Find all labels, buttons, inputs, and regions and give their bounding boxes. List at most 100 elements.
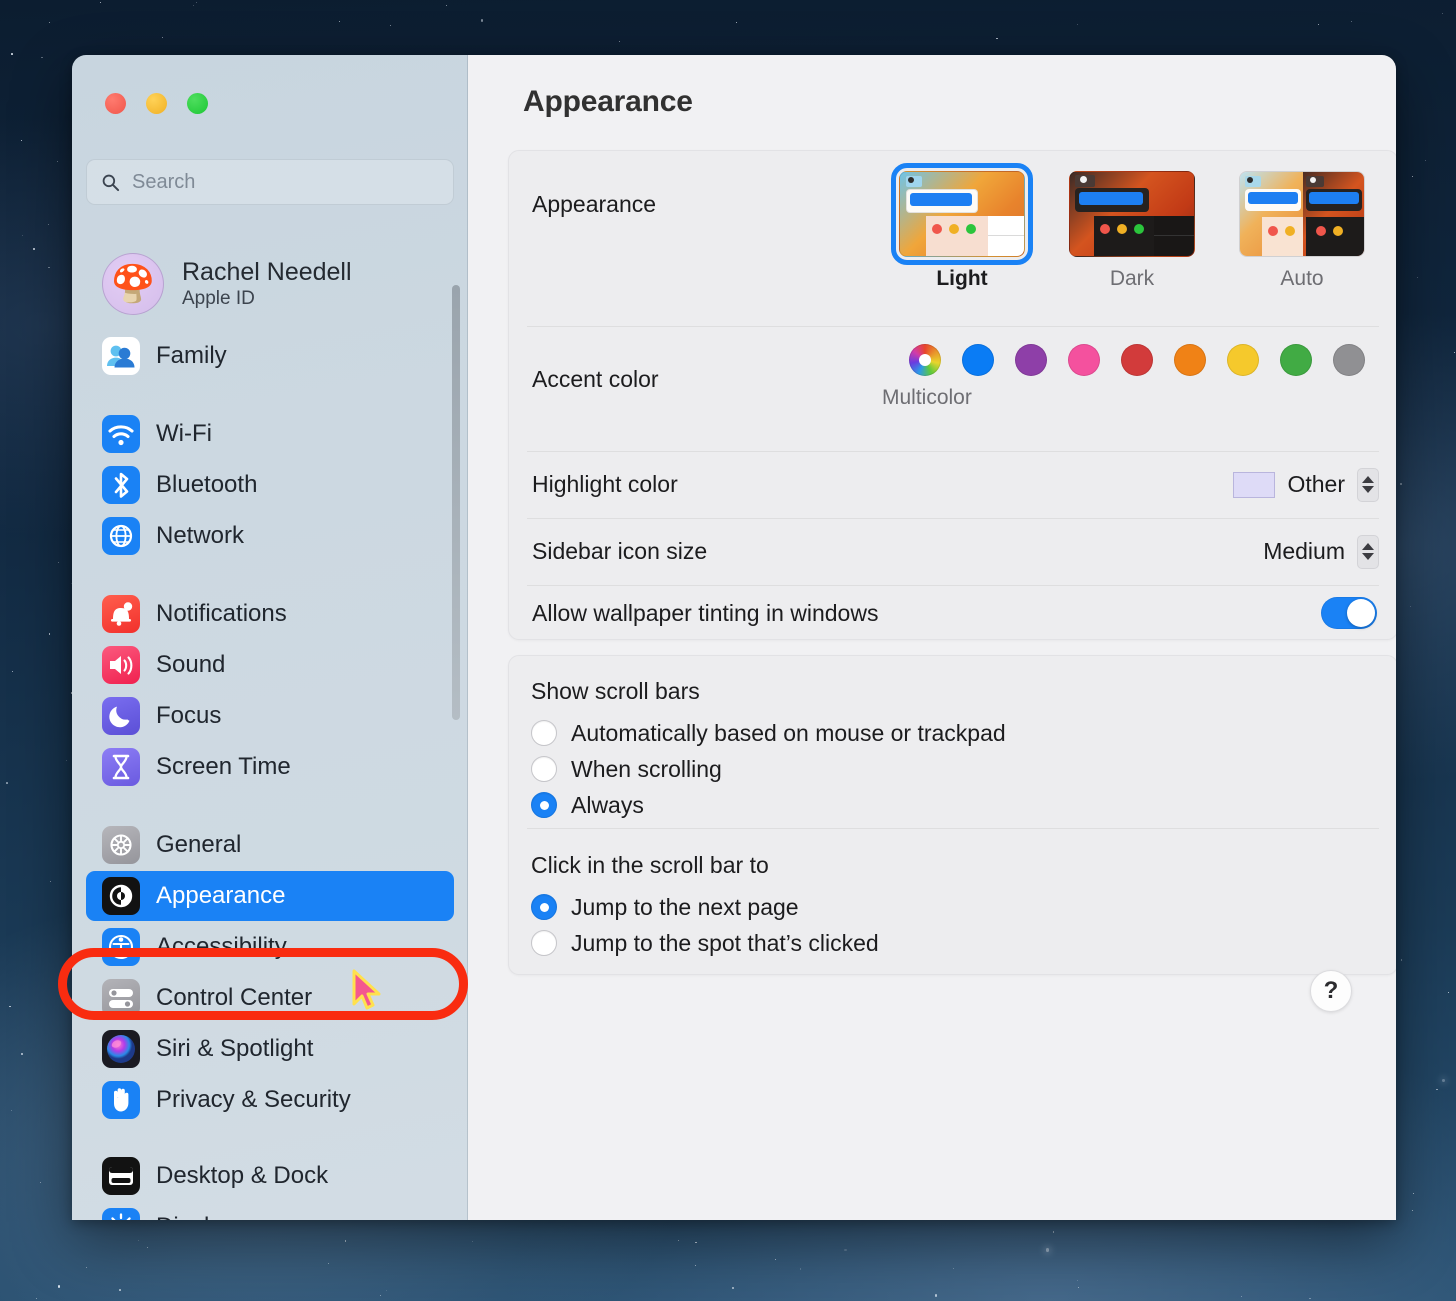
radio-option-when-scrolling[interactable]: When scrolling bbox=[531, 751, 1006, 787]
sidebar-item-bluetooth[interactable]: Bluetooth bbox=[86, 460, 454, 510]
sidebar-item-label: Control Center bbox=[156, 984, 313, 1011]
accent-color-caption: Multicolor bbox=[882, 386, 972, 409]
accent-color-swatches bbox=[909, 344, 1365, 376]
network-icon bbox=[102, 517, 140, 555]
light-mode-thumbnail[interactable] bbox=[891, 163, 1033, 265]
sidebar-icon-size-popup[interactable]: Medium bbox=[1263, 534, 1379, 569]
sidebar-item-focus[interactable]: Focus bbox=[86, 691, 454, 741]
wallpaper-tinting-toggle[interactable] bbox=[1321, 597, 1377, 629]
card-divider bbox=[527, 828, 1379, 829]
wifi-icon bbox=[102, 415, 140, 453]
sidebar-item-label: Notifications bbox=[156, 600, 287, 627]
radio-button[interactable] bbox=[531, 930, 557, 956]
chevron-down-icon bbox=[1362, 553, 1374, 560]
sidebar-item-displays[interactable]: Displays bbox=[86, 1202, 454, 1220]
bluetooth-icon bbox=[102, 466, 140, 504]
wallpaper-tinting-label: Allow wallpaper tinting in windows bbox=[532, 599, 879, 626]
sidebar-item-screen-time[interactable]: Screen Time bbox=[86, 742, 454, 792]
sidebar-item-general[interactable]: General bbox=[86, 820, 454, 870]
show-scroll-bars-heading: Show scroll bars bbox=[531, 678, 700, 704]
chevron-up-icon bbox=[1362, 543, 1374, 550]
radio-label: When scrolling bbox=[571, 755, 722, 782]
highlight-color-popup[interactable]: Other bbox=[1233, 467, 1379, 502]
sidebar-item-label: Accessibility bbox=[156, 933, 287, 960]
appearance-option-light[interactable]: Light bbox=[891, 163, 1033, 291]
radio-button[interactable] bbox=[531, 792, 557, 818]
sidebar-divider bbox=[72, 562, 467, 588]
accent-swatch-red[interactable] bbox=[1121, 344, 1153, 376]
account-subtitle: Apple ID bbox=[182, 288, 255, 309]
radio-label: Jump to the spot that’s clicked bbox=[571, 929, 879, 956]
sidebar-item-family[interactable]: Family bbox=[86, 331, 454, 381]
account-name: Rachel Needell bbox=[182, 258, 352, 286]
radio-option-auto-scrollbars[interactable]: Automatically based on mouse or trackpad bbox=[531, 715, 1006, 751]
close-button[interactable] bbox=[105, 93, 126, 114]
help-button[interactable]: ? bbox=[1310, 970, 1352, 1012]
sidebar-item-label: Focus bbox=[156, 702, 222, 729]
accent-color-row-label: Accent color bbox=[532, 366, 659, 392]
minimize-button[interactable] bbox=[146, 93, 167, 114]
radio-label: Always bbox=[571, 791, 644, 818]
sidebar: 🍄 Rachel Needell Apple ID Fami bbox=[72, 55, 468, 1220]
radio-button[interactable] bbox=[531, 720, 557, 746]
avatar-glyph: 🍄 bbox=[110, 263, 156, 304]
focus-icon bbox=[102, 697, 140, 735]
general-icon bbox=[102, 826, 140, 864]
sidebar-item-label: General bbox=[156, 831, 242, 858]
sidebar-item-wifi[interactable]: Wi-Fi bbox=[86, 409, 454, 459]
sidebar-item-label: Desktop & Dock bbox=[156, 1162, 329, 1189]
accent-swatch-multicolor[interactable] bbox=[909, 344, 941, 376]
search-field[interactable] bbox=[86, 159, 454, 205]
highlight-color-stepper[interactable] bbox=[1357, 467, 1379, 502]
window-controls[interactable] bbox=[105, 93, 208, 114]
appearance-option-dark[interactable]: Dark bbox=[1069, 171, 1195, 291]
accent-swatch-blue[interactable] bbox=[962, 344, 994, 376]
radio-option-always[interactable]: Always bbox=[531, 787, 1006, 823]
scroll-bars-settings-card: Show scroll bars Automatically based on … bbox=[508, 655, 1396, 975]
radio-option-jump-next-page[interactable]: Jump to the next page bbox=[531, 889, 879, 925]
system-settings-window: 🍄 Rachel Needell Apple ID Fami bbox=[72, 55, 1396, 1220]
sidebar-item-notifications[interactable]: Notifications bbox=[86, 589, 454, 639]
accent-swatch-pink[interactable] bbox=[1068, 344, 1100, 376]
sound-icon bbox=[102, 646, 140, 684]
sidebar-item-network[interactable]: Network bbox=[86, 511, 454, 561]
accent-swatch-graphite[interactable] bbox=[1333, 344, 1365, 376]
sidebar-scroll-area: 🍄 Rachel Needell Apple ID Family Wi-Fi B… bbox=[72, 223, 467, 1220]
sidebar-item-desktop-dock[interactable]: Desktop & Dock bbox=[86, 1151, 454, 1201]
appearance-icon bbox=[102, 877, 140, 915]
toggle-knob bbox=[1347, 599, 1375, 627]
content-pane: Appearance Appearance Light Dark Auto Ac… bbox=[468, 55, 1396, 1220]
displays-icon bbox=[102, 1208, 140, 1220]
radio-button[interactable] bbox=[531, 756, 557, 782]
search-input[interactable] bbox=[132, 170, 439, 194]
sidebar-item-label: Sound bbox=[156, 651, 226, 678]
accent-swatch-purple[interactable] bbox=[1015, 344, 1047, 376]
desktop-dock-icon bbox=[102, 1157, 140, 1195]
sidebar-divider bbox=[72, 793, 467, 819]
radio-option-jump-to-spot[interactable]: Jump to the spot that’s clicked bbox=[531, 925, 879, 961]
sidebar-item-apple-id[interactable]: 🍄 Rachel Needell Apple ID bbox=[86, 243, 454, 325]
radio-button[interactable] bbox=[531, 894, 557, 920]
sidebar-item-sound[interactable]: Sound bbox=[86, 640, 454, 690]
sidebar-item-control-center[interactable]: Control Center bbox=[86, 973, 454, 1023]
siri-icon bbox=[102, 1030, 140, 1068]
radio-label: Automatically based on mouse or trackpad bbox=[571, 719, 1006, 746]
appearance-option-auto[interactable]: Auto bbox=[1239, 171, 1365, 291]
accent-swatch-green[interactable] bbox=[1280, 344, 1312, 376]
accent-swatch-yellow[interactable] bbox=[1227, 344, 1259, 376]
auto-mode-thumbnail[interactable] bbox=[1239, 171, 1365, 257]
sidebar-icon-size-value: Medium bbox=[1263, 538, 1345, 564]
sidebar-icon-size-stepper[interactable] bbox=[1357, 534, 1379, 569]
dark-mode-thumbnail[interactable] bbox=[1069, 171, 1195, 257]
sidebar-item-siri-spotlight[interactable]: Siri & Spotlight bbox=[86, 1024, 454, 1074]
highlight-color-label: Highlight color bbox=[532, 471, 678, 497]
zoom-button[interactable] bbox=[187, 93, 208, 114]
sidebar-scrollbar[interactable] bbox=[452, 285, 460, 720]
sidebar-item-appearance[interactable]: Appearance bbox=[86, 871, 454, 921]
accent-swatch-orange[interactable] bbox=[1174, 344, 1206, 376]
sidebar-item-accessibility[interactable]: Accessibility bbox=[86, 922, 454, 972]
sidebar-item-label: Bluetooth bbox=[156, 471, 258, 498]
page-title: Appearance bbox=[523, 85, 693, 118]
sidebar-item-privacy-security[interactable]: Privacy & Security bbox=[86, 1075, 454, 1125]
sidebar-item-label: Siri & Spotlight bbox=[156, 1035, 314, 1062]
